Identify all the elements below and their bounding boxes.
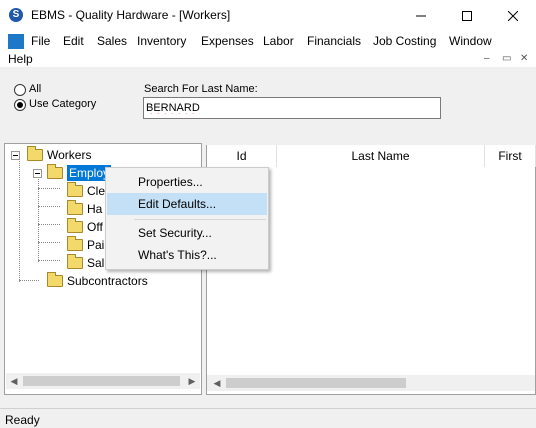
app-icon: S <box>9 8 23 22</box>
menu-item-set-security[interactable]: Set Security... <box>107 222 267 244</box>
column-header-first[interactable]: First <box>485 145 536 167</box>
title-bar: S EBMS - Quality Hardware - [Workers] <box>0 0 536 31</box>
radio-all-label: All <box>29 83 42 95</box>
tree-node-workers[interactable]: Workers <box>27 146 91 164</box>
folder-icon <box>47 164 63 179</box>
status-text: Ready <box>5 413 40 427</box>
tree-node-label: Ha <box>87 202 103 216</box>
folder-icon <box>47 272 63 287</box>
menu-help[interactable]: Help <box>8 52 33 66</box>
tree-node-child[interactable]: Ha <box>67 200 102 218</box>
status-bar: Ready <box>0 408 536 428</box>
maximize-icon <box>462 10 472 21</box>
window-title: EBMS - Quality Hardware - [Workers] <box>31 8 231 22</box>
minimize-button[interactable] <box>398 0 444 31</box>
collapse-employees-toggle[interactable] <box>33 169 42 178</box>
tree-node-child[interactable]: Pai <box>67 236 104 254</box>
radio-use-category-label: Use Category <box>29 98 97 110</box>
collapse-workers-toggle[interactable] <box>11 151 20 160</box>
tree-node-label: Off <box>87 220 103 234</box>
menu-separator <box>134 219 266 220</box>
menu-edit[interactable]: Edit <box>63 34 84 48</box>
tree-node-label: Cle <box>87 184 106 198</box>
close-button[interactable] <box>490 0 536 31</box>
scroll-left-icon[interactable]: ◀ <box>8 373 20 389</box>
scroll-left-icon[interactable]: ◀ <box>211 375 223 391</box>
tree-node-label: Subcontractors <box>67 274 148 288</box>
tree-node-employees[interactable]: Employ <box>47 164 112 182</box>
tree-node-label: Workers <box>47 148 92 162</box>
minimize-icon <box>416 15 426 16</box>
scroll-right-icon[interactable]: ▶ <box>186 373 198 389</box>
radio-all[interactable] <box>14 84 26 96</box>
list-horizontal-scrollbar[interactable]: ◀ <box>207 375 535 391</box>
menu-expenses[interactable]: Expenses <box>201 34 254 48</box>
search-label: Search For Last Name: <box>144 83 258 95</box>
tree-node-child[interactable]: Sal <box>67 254 104 272</box>
column-header-id[interactable]: Id <box>207 145 277 167</box>
tree-node-label: Sal <box>87 256 105 270</box>
menu-file[interactable]: File <box>31 34 50 48</box>
folder-icon <box>67 218 83 233</box>
last-name-search-input[interactable] <box>143 97 441 119</box>
menu-item-whats-this[interactable]: What's This?... <box>107 244 267 266</box>
menu-labor[interactable]: Labor <box>263 34 294 48</box>
maximize-button[interactable] <box>444 0 490 31</box>
folder-icon <box>67 182 83 197</box>
mdi-restore-button[interactable]: ▭ <box>502 53 511 64</box>
folder-icon <box>67 236 83 251</box>
menu-item-properties[interactable]: Properties... <box>107 171 267 193</box>
folder-icon <box>27 146 43 161</box>
document-icon[interactable] <box>8 34 24 49</box>
menu-sales[interactable]: Sales <box>97 34 127 48</box>
tree-node-child[interactable]: Off <box>67 218 103 236</box>
tree-node-child[interactable]: Cle <box>67 182 105 200</box>
tree-horizontal-scrollbar[interactable]: ◀ ▶ <box>6 373 200 389</box>
menu-inventory[interactable]: Inventory <box>137 34 186 48</box>
folder-icon <box>67 254 83 269</box>
folder-icon <box>67 200 83 215</box>
tree-node-label: Pai <box>87 238 105 252</box>
scroll-thumb[interactable] <box>23 376 180 386</box>
column-header-last-name[interactable]: Last Name <box>277 145 485 167</box>
context-menu: Properties... Edit Defaults... Set Secur… <box>105 167 269 270</box>
scroll-thumb[interactable] <box>226 378 406 388</box>
menu-job-costing[interactable]: Job Costing <box>373 34 436 48</box>
radio-use-category[interactable] <box>14 99 26 111</box>
close-icon <box>508 10 518 21</box>
mdi-minimize-button[interactable]: – <box>484 53 490 64</box>
menu-item-edit-defaults[interactable]: Edit Defaults... <box>107 193 267 215</box>
mdi-close-button[interactable]: ✕ <box>520 53 528 64</box>
menu-financials[interactable]: Financials <box>307 34 361 48</box>
menu-window[interactable]: Window <box>449 34 492 48</box>
menu-bar: File Edit Sales Inventory Expenses Labor… <box>0 31 536 67</box>
tree-node-subcontractors[interactable]: Subcontractors <box>47 272 148 290</box>
